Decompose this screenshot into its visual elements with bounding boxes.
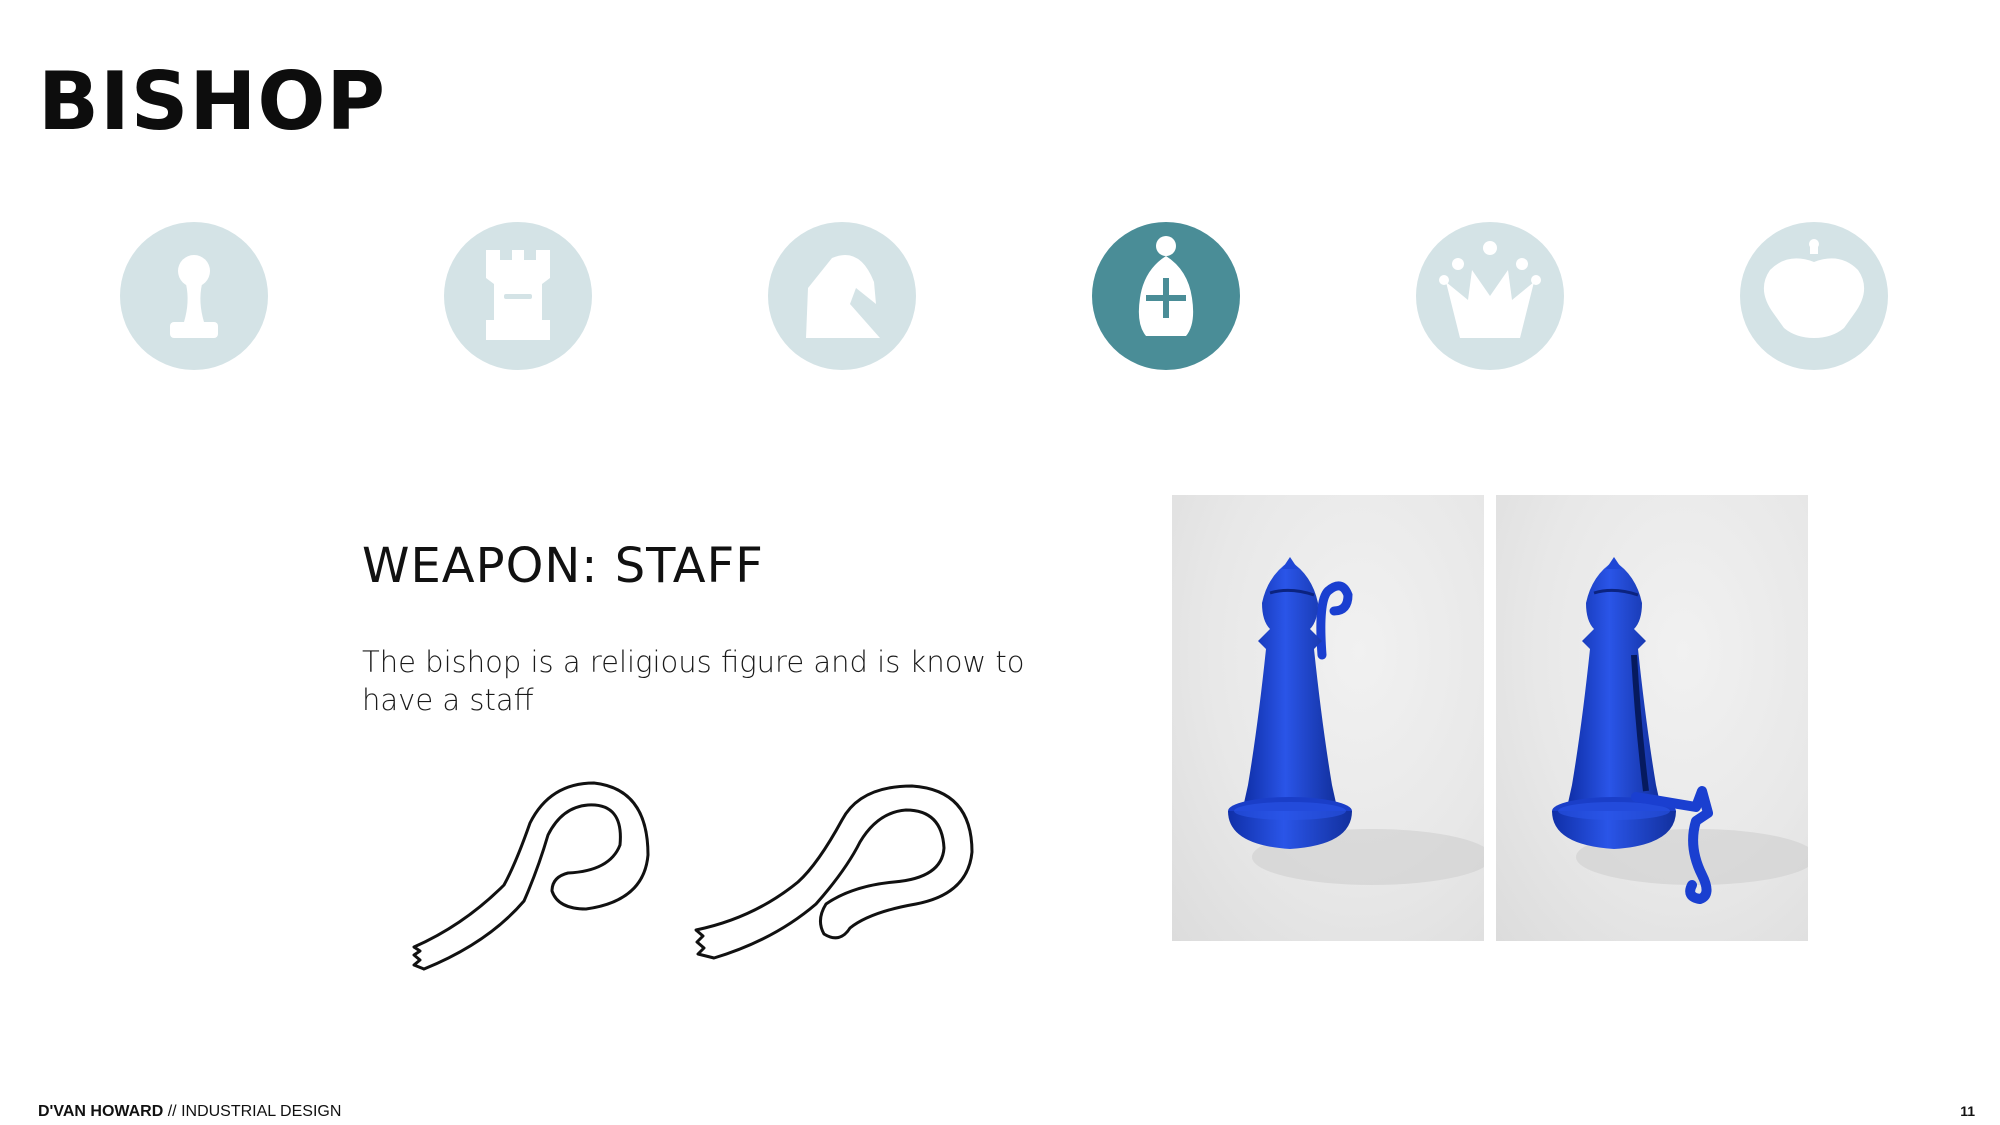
- chess-piece-nav: [0, 222, 2000, 374]
- rook-icon[interactable]: [444, 222, 592, 370]
- page-number: 11: [1960, 1103, 1975, 1119]
- pawn-icon[interactable]: [120, 222, 268, 370]
- footer-author: D'VAN HOWARD: [38, 1103, 164, 1120]
- footer-separator: //: [163, 1103, 182, 1120]
- footer-credit: D'VAN HOWARD // INDUSTRIAL DESIGN: [38, 1103, 341, 1121]
- knight-icon[interactable]: [768, 222, 916, 370]
- staff-sketch-1: [412, 781, 650, 971]
- bishop-render-staff-lowered: [1496, 495, 1808, 941]
- queen-icon[interactable]: [1416, 222, 1564, 370]
- staff-sketch-2: [694, 784, 974, 960]
- bishop-render-staff-raised: [1172, 495, 1484, 941]
- bishop-icon[interactable]: [1092, 222, 1240, 370]
- page-title: BISHOP: [38, 55, 386, 148]
- section-description: The bishop is a religious figure and is …: [362, 645, 1025, 717]
- king-icon[interactable]: [1740, 222, 1888, 370]
- section-heading: WEAPON: STAFF: [362, 538, 764, 594]
- footer-discipline: INDUSTRIAL DESIGN: [181, 1103, 342, 1120]
